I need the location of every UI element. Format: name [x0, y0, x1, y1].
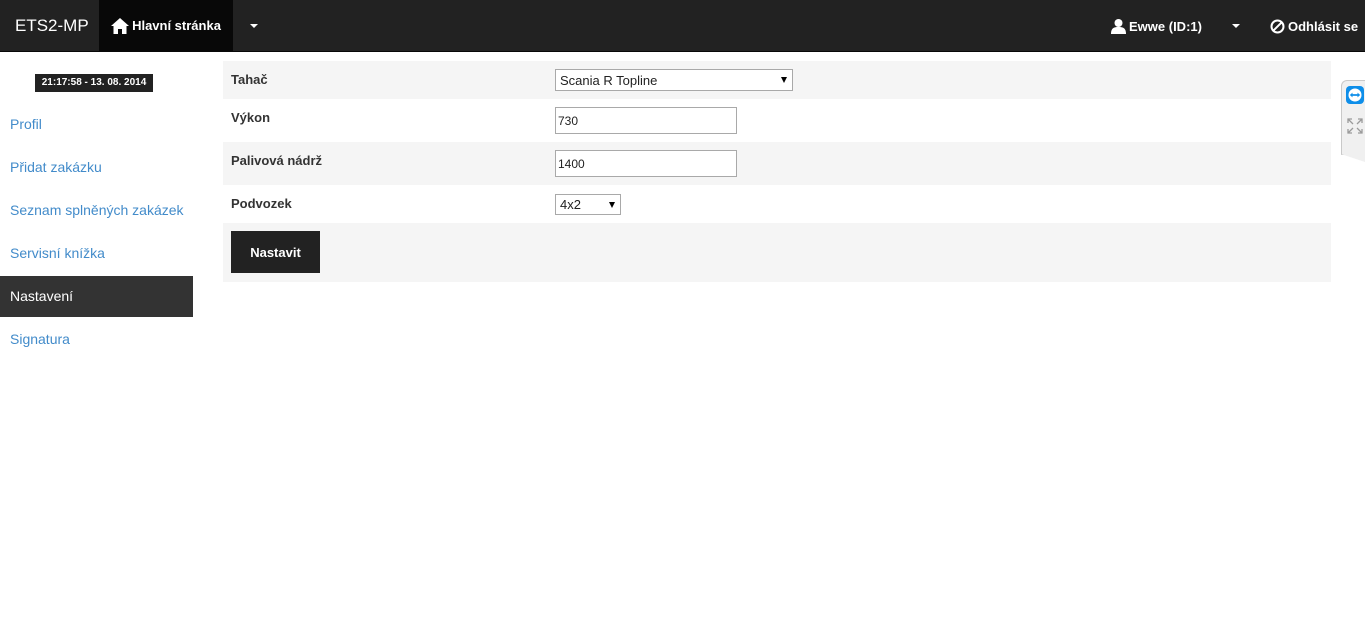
logout-label: Odhlásit se	[1288, 18, 1359, 34]
power-input[interactable]: 730	[555, 107, 737, 134]
caret-down-icon	[250, 24, 258, 28]
nav-user-link[interactable]: Ewwe (ID:1)	[1111, 0, 1202, 52]
brand-logo[interactable]: ETS2-MP	[15, 0, 89, 52]
remote-support-widget[interactable]	[1341, 80, 1365, 155]
ban-icon	[1270, 19, 1285, 33]
chassis-select[interactable]: 4x2	[555, 194, 621, 215]
select-arrow-icon	[609, 201, 615, 208]
clock-badge: 21:17:58 - 13. 08. 2014	[35, 74, 153, 92]
user-icon	[1111, 18, 1126, 34]
form-row-fuel-tank: Palivová nádrž 1400	[223, 142, 1331, 185]
tractor-label: Tahač	[231, 72, 268, 87]
user-dropdown-toggle[interactable]	[1221, 0, 1251, 52]
chassis-label: Podvozek	[231, 196, 292, 211]
tractor-select[interactable]: Scania R Topline	[555, 69, 793, 91]
form-row-submit: Nastavit	[223, 223, 1331, 282]
power-label: Výkon	[231, 110, 271, 125]
caret-down-icon	[1232, 24, 1240, 28]
sidebar-item-add-order[interactable]: Přidat zakázku	[0, 147, 193, 188]
fuel-tank-input[interactable]: 1400	[555, 150, 737, 177]
fuel-tank-label: Palivová nádrž	[231, 153, 323, 168]
expand-icon[interactable]	[1347, 118, 1363, 134]
form-row-chassis: Podvozek 4x2	[223, 185, 1331, 223]
nav-dropdown-toggle[interactable]	[239, 0, 269, 52]
home-icon	[111, 17, 130, 34]
sidebar-item-signature[interactable]: Signatura	[0, 319, 193, 360]
logout-link[interactable]: Odhlásit se	[1270, 0, 1358, 52]
sidebar-item-settings[interactable]: Nastavení	[0, 276, 193, 317]
nav-home-label: Hlavní stránka	[132, 18, 221, 33]
submit-button[interactable]: Nastavit	[231, 231, 320, 273]
chassis-selected-value: 4x2	[560, 197, 581, 212]
nav-user-label: Ewwe (ID:1)	[1129, 18, 1202, 34]
select-arrow-icon	[781, 77, 787, 83]
form-row-tractor: Tahač Scania R Topline	[223, 61, 1331, 99]
top-navbar: ETS2-MP Hlavní stránka Ewwe (ID:1) Odhlá…	[0, 0, 1365, 52]
fuel-tank-input-value: 1400	[558, 156, 585, 171]
power-input-value: 730	[558, 113, 579, 128]
teamviewer-icon[interactable]	[1346, 86, 1364, 104]
form-row-power: Výkon 730	[223, 99, 1331, 142]
tractor-selected-value: Scania R Topline	[560, 72, 658, 88]
sidebar-item-completed-orders[interactable]: Seznam splněných zakázek	[0, 190, 193, 231]
sidebar-item-service-book[interactable]: Servisní knížka	[0, 233, 193, 274]
sidebar-item-profile[interactable]: Profil	[0, 104, 193, 145]
nav-home-link[interactable]: Hlavní stránka	[99, 0, 233, 51]
